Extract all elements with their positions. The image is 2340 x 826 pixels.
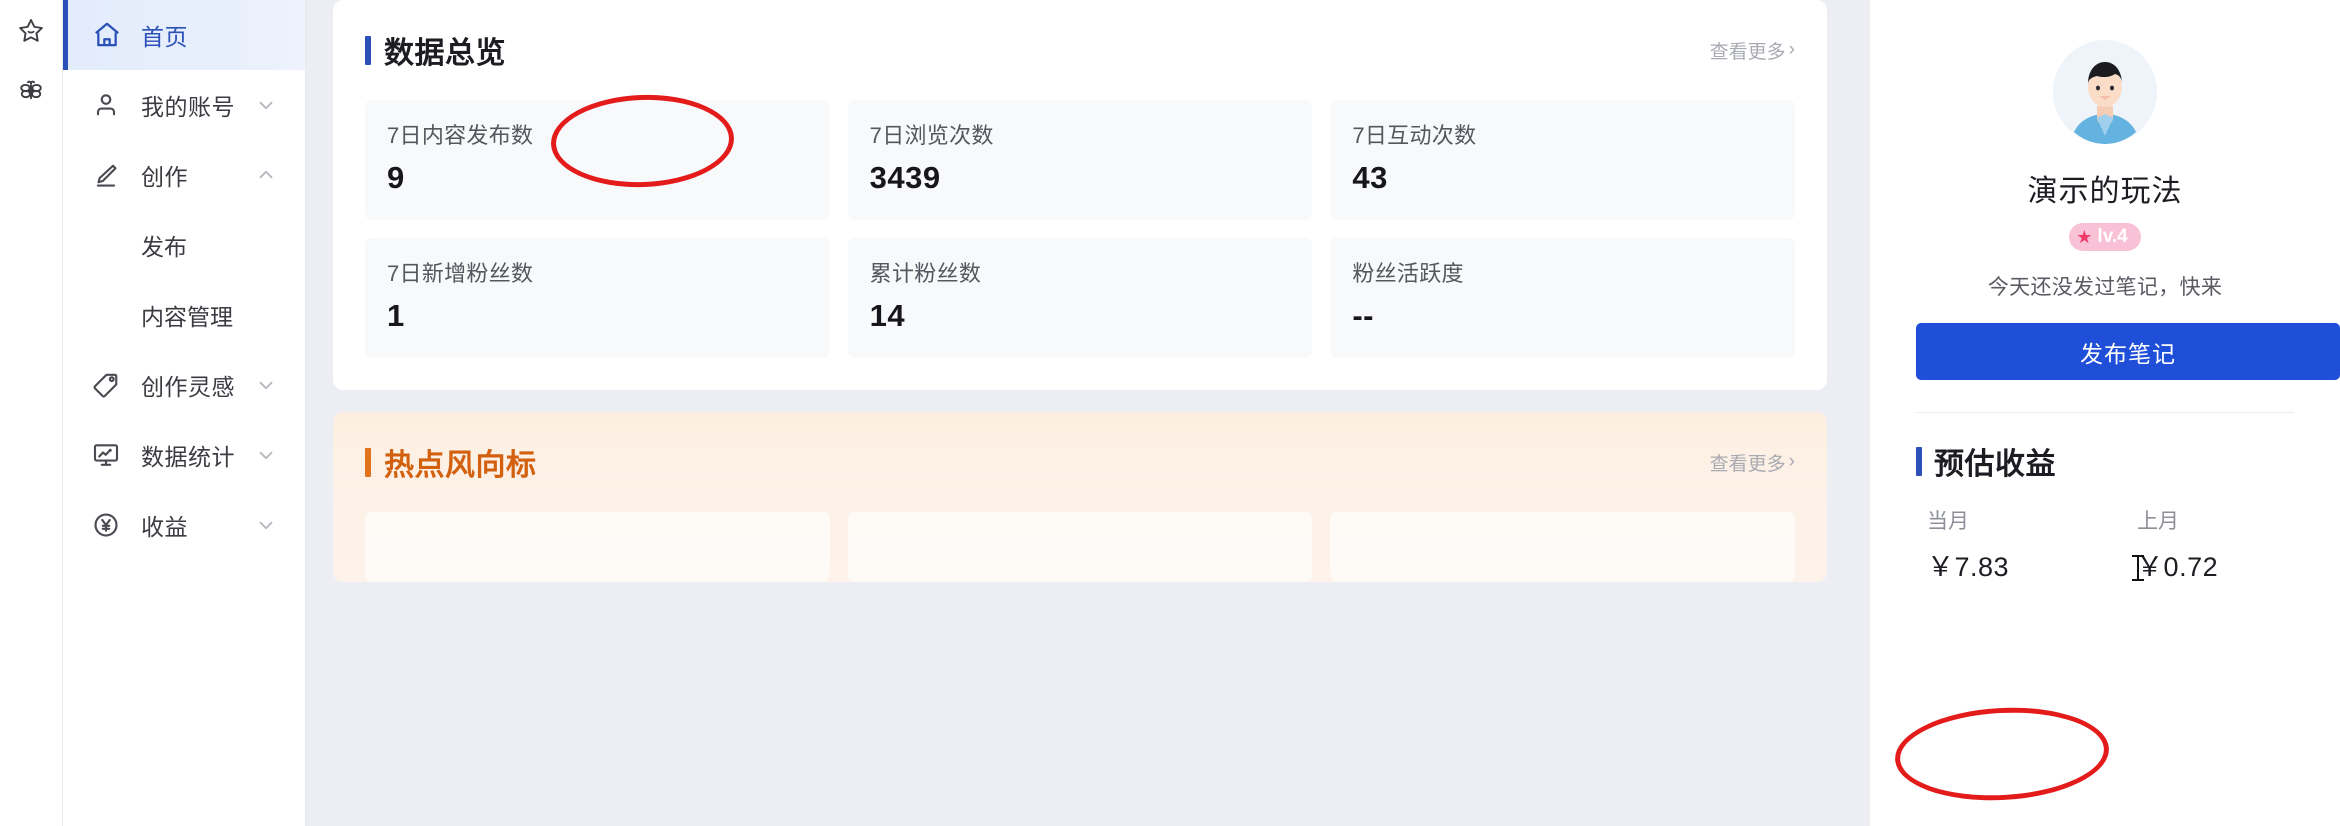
sidebar-item-label: 创作: [141, 164, 188, 190]
stat-card-total-fans[interactable]: 累计粉丝数 14: [847, 238, 1313, 358]
title-accent-bar: [365, 35, 371, 65]
chevron-down-icon[interactable]: [255, 94, 277, 116]
chevron-down-icon[interactable]: [255, 374, 277, 396]
stat-card-7d-new-fans[interactable]: 7日新增粉丝数 1: [365, 238, 830, 358]
sidebar-item-label: 我的账号: [141, 94, 235, 120]
sidebar-item-earnings[interactable]: 收益: [63, 490, 305, 560]
sidebar-item-label: 创作灵感: [141, 374, 235, 400]
stat-label: 7日内容发布数: [387, 123, 534, 148]
title-accent-bar: [365, 447, 371, 477]
sidebar-item-my-account[interactable]: 我的账号: [63, 70, 305, 140]
chevron-right-icon: ›: [1788, 451, 1795, 472]
hot-view-more-link[interactable]: 查看更多 ›: [1710, 449, 1795, 476]
stat-card-7d-publish-count[interactable]: 7日内容发布数 9: [365, 100, 830, 220]
stat-card-fan-activity[interactable]: 粉丝活跃度 --: [1330, 238, 1795, 358]
star-icon: ★: [2076, 227, 2093, 247]
sidebar-subitem-label: 内容管理: [141, 304, 233, 330]
hot-item[interactable]: [365, 512, 830, 582]
hot-title-group: 热点风向标: [365, 440, 537, 484]
star-outline-icon[interactable]: [14, 14, 48, 48]
sidebar-item-data-statistics[interactable]: 数据统计: [63, 420, 305, 490]
stat-label: 7日互动次数: [1352, 123, 1477, 148]
text-cursor: [2132, 555, 2145, 581]
sidebar-item-label: 数据统计: [141, 444, 235, 470]
chevron-down-icon[interactable]: [255, 444, 277, 466]
stat-card-grid: 7日内容发布数 9 7日浏览次数 3439 7日互动次数 43 7日新增粉丝数 …: [333, 72, 1827, 390]
yen-circle-icon: [91, 510, 127, 540]
page-title: 数据总览: [384, 37, 506, 70]
sidebar-item-label: 首页: [141, 24, 188, 50]
earnings-value: ￥0.72: [2132, 545, 2219, 584]
stat-value: --: [1352, 298, 1374, 333]
stat-label: 7日浏览次数: [869, 123, 994, 148]
main-content: 数据总览 查看更多 › 7日内容发布数 9 7日浏览次数 3439 7日互动次数…: [306, 0, 1870, 826]
chevron-down-icon[interactable]: [255, 514, 277, 536]
data-overview-panel: 数据总览 查看更多 › 7日内容发布数 9 7日浏览次数 3439 7日互动次数…: [333, 0, 1827, 390]
stat-card-7d-views[interactable]: 7日浏览次数 3439: [847, 100, 1313, 220]
earnings-title: 预估收益: [1934, 448, 2056, 481]
profile-username: 演示的玩法: [2027, 175, 2183, 208]
sidebar: 首页 我的账号 创作 发布 内容管理 创作灵感 数据统计 收益: [63, 0, 306, 826]
avatar[interactable]: [2053, 40, 2157, 144]
publish-tip-text: 今天还没发过笔记，快来: [1987, 276, 2223, 299]
left-icon-rail: [0, 0, 63, 826]
hot-item[interactable]: [1330, 512, 1795, 582]
stat-label: 粉丝活跃度: [1352, 261, 1464, 286]
view-more-label: 查看更多: [1709, 453, 1786, 475]
tag-icon: [91, 370, 127, 400]
earnings-label: 当月: [1927, 510, 1969, 533]
hot-header: 热点风向标 查看更多 ›: [333, 412, 1827, 484]
sidebar-subitem-publish[interactable]: 发布: [63, 210, 305, 280]
overview-header: 数据总览 查看更多 ›: [333, 0, 1827, 72]
sidebar-subitem-content-management[interactable]: 内容管理: [63, 280, 305, 350]
hot-trends-panel: 热点风向标 查看更多 ›: [333, 412, 1827, 582]
monitor-chart-icon: [91, 440, 127, 470]
right-panel: 演示的玩法 ★ lv.4 今天还没发过笔记，快来 发布笔记 预估收益 当月 ￥7…: [1870, 0, 2340, 826]
stat-label: 7日新增粉丝数: [387, 261, 534, 286]
profile-block: 演示的玩法 ★ lv.4 今天还没发过笔记，快来: [1870, 0, 2340, 301]
stat-value: 1: [387, 298, 405, 333]
earnings-value: ￥7.83: [1927, 552, 2010, 582]
stat-label: 累计粉丝数: [869, 261, 982, 286]
earnings-value-text: ￥0.72: [2136, 552, 2219, 582]
earnings-title-group: 预估收益: [1870, 413, 2340, 483]
title-accent-bar: [1916, 446, 1922, 476]
hot-item-grid: [333, 484, 1827, 582]
app-root: 首页 我的账号 创作 发布 内容管理 创作灵感 数据统计 收益 数据总览 查看更…: [0, 0, 2340, 826]
earnings-last-month[interactable]: 上月 ￥0.72: [2132, 505, 2219, 584]
earnings-label: 上月: [2137, 510, 2180, 533]
hot-item[interactable]: [847, 512, 1313, 582]
stat-card-7d-interactions[interactable]: 7日互动次数 43: [1330, 100, 1795, 220]
person-icon: [91, 90, 127, 120]
chevron-up-icon[interactable]: [255, 164, 277, 186]
stat-value: 9: [387, 160, 405, 195]
overview-title-group: 数据总览: [365, 28, 506, 72]
earnings-row: 当月 ￥7.83 上月 ￥0.72: [1870, 483, 2340, 584]
pencil-icon: [91, 160, 127, 190]
stat-value: 3439: [869, 160, 941, 195]
hot-title: 热点风向标: [384, 449, 537, 482]
sidebar-item-creative-inspiration[interactable]: 创作灵感: [63, 350, 305, 420]
sidebar-item-label: 收益: [141, 514, 188, 540]
home-icon: [91, 19, 127, 51]
view-more-label: 查看更多: [1709, 41, 1786, 63]
sidebar-subitem-label: 发布: [141, 234, 187, 260]
stat-value: 43: [1352, 160, 1388, 195]
level-badge: ★ lv.4: [2069, 223, 2141, 251]
stat-value: 14: [869, 298, 906, 333]
level-label: lv.4: [2097, 226, 2128, 247]
overview-view-more-link[interactable]: 查看更多 ›: [1710, 37, 1795, 64]
publish-note-button[interactable]: 发布笔记: [1916, 323, 2340, 380]
sidebar-item-home[interactable]: 首页: [63, 0, 305, 70]
chevron-right-icon: ›: [1788, 39, 1795, 60]
bee-outline-icon[interactable]: [14, 74, 48, 108]
sidebar-item-create[interactable]: 创作: [63, 140, 305, 210]
earnings-current-month[interactable]: 当月 ￥7.83: [1927, 505, 2009, 584]
